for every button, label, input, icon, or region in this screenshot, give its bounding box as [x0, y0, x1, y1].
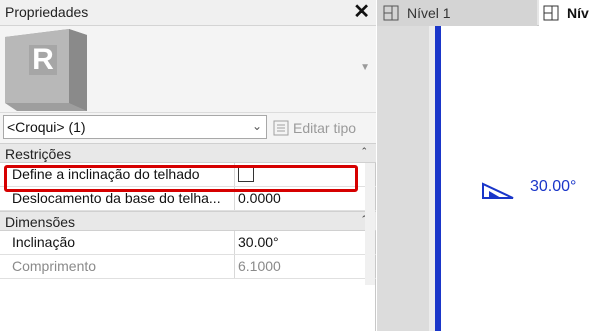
drawing-view[interactable]: 30.00°: [377, 26, 599, 331]
properties-header: Propriedades ✕: [0, 0, 376, 26]
collapse-icon[interactable]: ⌃: [360, 146, 368, 157]
edit-type-button[interactable]: Editar tipo: [273, 117, 356, 139]
properties-panel: Propriedades ✕ R ▼ <Croqui> (1) ⌄ Editar…: [0, 0, 376, 331]
property-row-length: Comprimento 6.1000: [0, 255, 376, 279]
tab-label: Nível 1: [407, 5, 451, 21]
slope-label[interactable]: 30.00°: [530, 178, 576, 196]
revit-r-icon: R: [5, 29, 87, 111]
highlight-box: [4, 165, 358, 192]
selector-row: <Croqui> (1) ⌄ Editar tipo: [0, 113, 376, 143]
edit-type-label: Editar tipo: [293, 120, 357, 136]
panel-title: Propriedades: [5, 4, 89, 20]
tab-nivel-1[interactable]: Nível 1: [377, 0, 537, 26]
property-value-text: 30.00°: [238, 234, 279, 250]
view-margin: [377, 26, 429, 331]
property-row-slope[interactable]: Inclinação 30.00°: [0, 231, 376, 255]
section-dimensoes[interactable]: Dimensões ⌃: [0, 211, 376, 231]
roof-sketch-line[interactable]: [435, 26, 441, 331]
section-label: Dimensões: [5, 214, 76, 230]
close-icon[interactable]: ✕: [353, 0, 370, 24]
slope-arrow-icon[interactable]: [481, 180, 515, 200]
section-restricoes[interactable]: Restrições ⌃: [0, 143, 376, 163]
property-value-text: 0.0000: [238, 190, 281, 206]
tab-label: Nív: [567, 5, 589, 21]
svg-text:R: R: [32, 43, 54, 76]
plan-view-icon: [543, 5, 559, 21]
view-tabbar: Nível 1 Nív: [377, 0, 599, 26]
property-name: Deslocamento da base do telha...: [12, 190, 221, 206]
property-value-text: 6.1000: [238, 258, 281, 274]
property-value[interactable]: 30.00°: [234, 231, 364, 254]
instance-selector[interactable]: <Croqui> (1) ⌄: [3, 115, 267, 139]
scrollbar[interactable]: [365, 163, 375, 285]
plan-view-icon: [383, 5, 399, 21]
chevron-down-icon: ⌄: [251, 119, 262, 133]
type-dropdown-arrow-icon[interactable]: ▼: [360, 62, 370, 73]
property-name: Comprimento: [12, 258, 97, 274]
tab-active[interactable]: Nív: [539, 0, 599, 26]
property-name: Inclinação: [12, 234, 76, 250]
properties-grid: Restrições ⌃ Define a inclinação do telh…: [0, 143, 376, 279]
section-label: Restrições: [5, 146, 72, 162]
property-value: 6.1000: [234, 255, 364, 278]
edit-type-icon: [273, 120, 289, 136]
type-preview-area: R ▼: [0, 26, 376, 113]
instance-selector-value: <Croqui> (1): [7, 119, 86, 135]
